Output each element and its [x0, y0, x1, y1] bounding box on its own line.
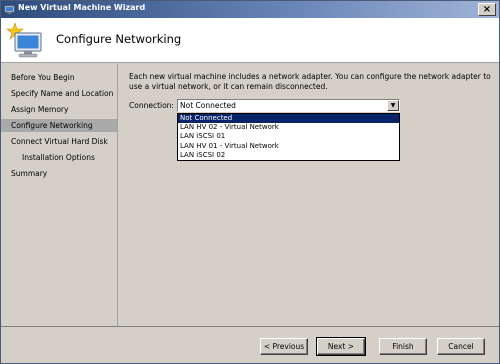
option-lan-iscsi-02[interactable]: LAN iSCSI 02 [178, 151, 399, 160]
connection-select-value: Not Connected [180, 101, 236, 110]
close-button[interactable]: × [478, 3, 496, 16]
option-lan-iscsi-01[interactable]: LAN iSCSI 01 [178, 132, 399, 141]
sidebar-item-configure-networking[interactable]: Configure Networking [1, 119, 117, 132]
connection-select[interactable]: Not Connected ▼ [177, 99, 400, 112]
cancel-button[interactable]: Cancel [437, 338, 485, 355]
sidebar-item-before-you-begin[interactable]: Before You Begin [1, 71, 117, 84]
wizard-steps-sidebar: Before You Begin Specify Name and Locati… [1, 64, 118, 326]
finish-button[interactable]: Finish [379, 338, 427, 355]
wizard-footer: < Previous Next > Finish Cancel [1, 326, 499, 363]
connection-dropdown-list: Not Connected LAN HV 02 - Virtual Networ… [177, 113, 400, 161]
page-title: Configure Networking [56, 32, 182, 46]
close-icon: × [482, 4, 492, 15]
option-not-connected[interactable]: Not Connected [178, 114, 399, 124]
wizard-window: New Virtual Machine Wizard × Configure N… [0, 0, 500, 364]
wizard-header: Configure Networking [1, 18, 499, 63]
option-lan-hv-02[interactable]: LAN HV 02 - Virtual Network [178, 123, 399, 132]
sidebar-item-summary[interactable]: Summary [1, 167, 117, 180]
main-content: Each new virtual machine includes a netw… [119, 64, 499, 326]
previous-button[interactable]: < Previous [260, 338, 308, 355]
option-lan-hv-01[interactable]: LAN HV 01 - Virtual Network [178, 142, 399, 151]
wizard-icon [4, 5, 15, 14]
title-bar: New Virtual Machine Wizard × [1, 1, 499, 18]
computer-wizard-icon [6, 22, 42, 58]
description-text: Each new virtual machine includes a netw… [129, 72, 491, 91]
sidebar-item-connect-virtual-hard-disk[interactable]: Connect Virtual Hard Disk [1, 135, 117, 148]
sidebar-item-installation-options[interactable]: Installation Options [1, 151, 117, 164]
next-button[interactable]: Next > [316, 337, 366, 356]
connection-label: Connection: [129, 101, 174, 110]
window-title: New Virtual Machine Wizard [18, 3, 146, 12]
sidebar-item-assign-memory[interactable]: Assign Memory [1, 103, 117, 116]
chevron-down-icon[interactable]: ▼ [387, 100, 399, 111]
sidebar-item-specify-name-and-location[interactable]: Specify Name and Location [1, 87, 117, 100]
